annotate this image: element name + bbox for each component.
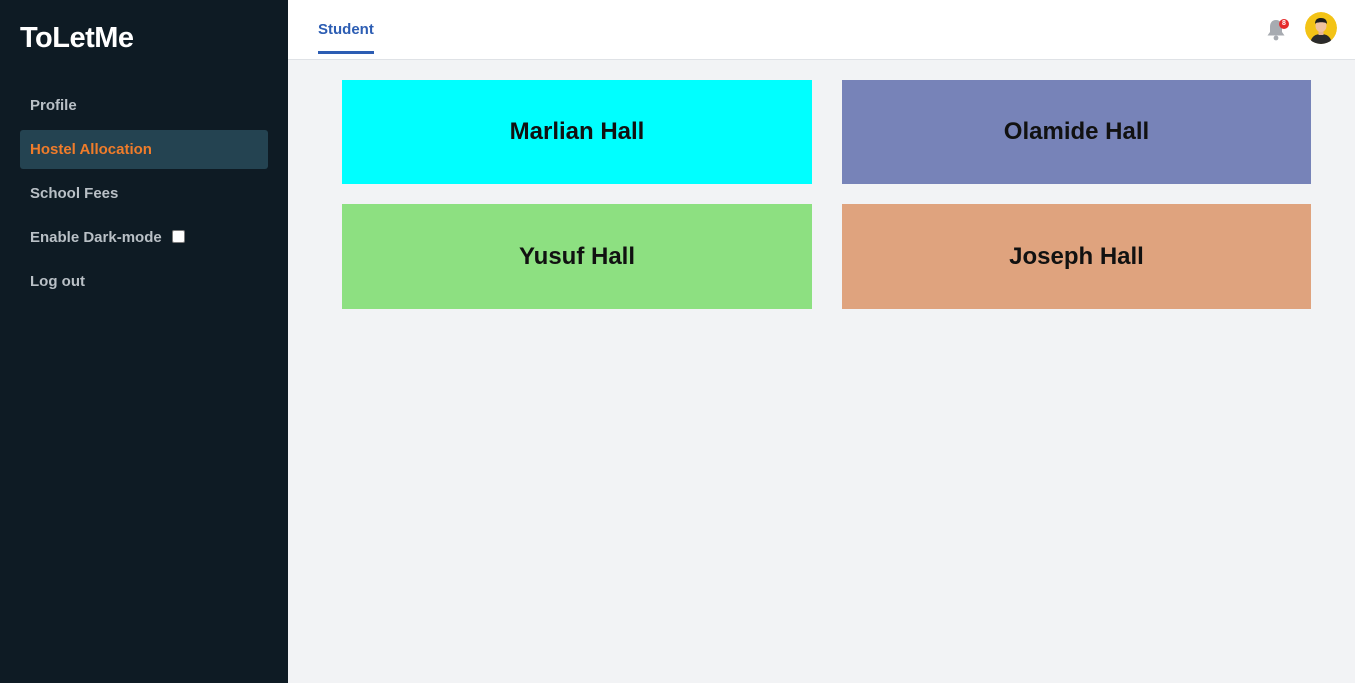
notification-badge: 8 bbox=[1279, 19, 1289, 29]
sidebar-nav: Profile Hostel Allocation School Fees En… bbox=[20, 86, 268, 306]
hall-card-yusuf[interactable]: Yusuf Hall bbox=[342, 204, 812, 309]
hall-name: Yusuf Hall bbox=[518, 242, 636, 270]
hall-card-joseph[interactable]: Joseph Hall bbox=[842, 204, 1311, 309]
sidebar-item-dark-mode: Enable Dark-mode bbox=[20, 218, 268, 257]
dark-mode-checkbox[interactable] bbox=[171, 230, 185, 243]
hall-card-olamide[interactable]: Olamide Hall bbox=[842, 80, 1311, 184]
sidebar: ToLetMe Profile Hostel Allocation School… bbox=[0, 0, 288, 683]
sidebar-item-label: Hostel Allocation bbox=[30, 141, 152, 158]
sidebar-item-school-fees[interactable]: School Fees bbox=[20, 174, 268, 213]
sidebar-item-label: Log out bbox=[30, 273, 85, 290]
user-avatar[interactable] bbox=[1305, 12, 1337, 44]
brand-logo[interactable]: ToLetMe bbox=[20, 22, 134, 55]
hall-name: Joseph Hall bbox=[1009, 242, 1144, 270]
top-bar: Student 8 bbox=[288, 0, 1355, 60]
sidebar-item-label: School Fees bbox=[30, 185, 119, 202]
dark-mode-label: Enable Dark-mode bbox=[30, 229, 162, 246]
hall-name: Marlian Hall bbox=[509, 118, 645, 145]
tab-student[interactable]: Student bbox=[318, 0, 374, 54]
hall-name: Olamide Hall bbox=[1003, 118, 1150, 145]
sidebar-item-logout[interactable]: Log out bbox=[20, 262, 268, 301]
hall-card-marlian[interactable]: Marlian Hall bbox=[342, 80, 812, 184]
sidebar-item-hostel-allocation[interactable]: Hostel Allocation bbox=[20, 130, 268, 169]
sidebar-item-label: Profile bbox=[30, 97, 77, 114]
sidebar-item-profile[interactable]: Profile bbox=[20, 86, 268, 125]
